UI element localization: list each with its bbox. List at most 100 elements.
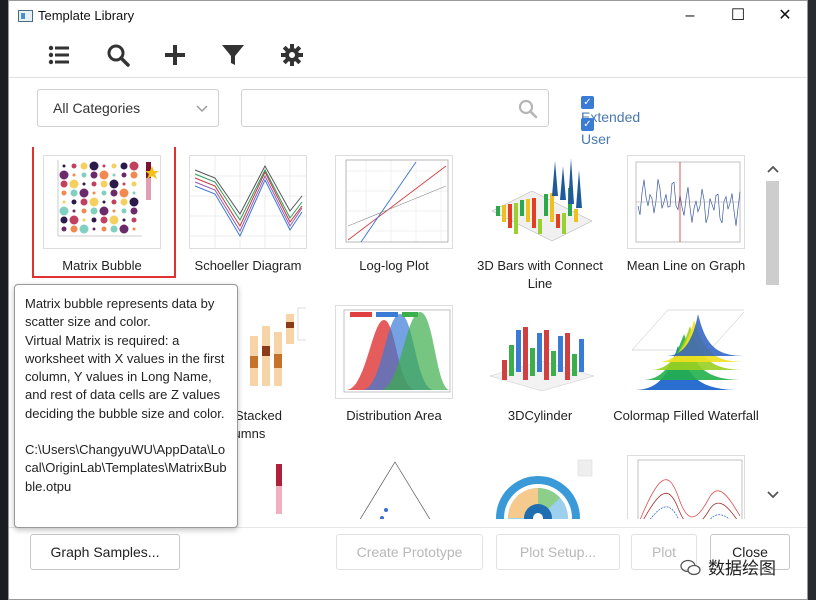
template-label: Mean Line on Graph [626, 258, 746, 273]
category-value: All Categories [53, 100, 141, 116]
category-dropdown[interactable]: All Categories [37, 89, 219, 127]
bar-marker [574, 209, 578, 222]
bar-marker [508, 204, 512, 228]
cylinder-marker [509, 345, 514, 376]
bubble-marker [59, 170, 69, 180]
bubble-marker [101, 226, 107, 232]
search-icon[interactable] [104, 41, 132, 69]
distribution-area-thumbnail [335, 305, 453, 399]
bar-marker [532, 198, 536, 228]
template-label: Colormap Filled Waterfall [613, 408, 759, 423]
bubble-marker [99, 170, 109, 180]
bubble-marker [100, 180, 108, 188]
bubble-marker [131, 217, 137, 223]
bar-marker [556, 214, 560, 228]
checkmark-icon: ✓ [581, 118, 594, 131]
bubble-marker [70, 189, 78, 197]
bubble-marker [60, 180, 68, 188]
tooltip-description: Matrix bubble represents data by scatter… [25, 296, 215, 330]
bubble-marker [72, 173, 76, 177]
scroll-down-icon[interactable] [767, 491, 779, 499]
cylinder-marker [572, 354, 577, 376]
bubble-marker [81, 208, 87, 214]
create-prototype-button[interactable]: Create Prototype [336, 534, 483, 570]
wechat-icon [680, 559, 701, 576]
bar-marker [526, 199, 530, 222]
bubble-marker [119, 224, 129, 234]
bubble-marker [71, 199, 77, 205]
bubble-marker [102, 200, 106, 204]
watermark-text: 数据绘图 [708, 559, 776, 578]
scrollbar-thumb[interactable] [766, 181, 779, 285]
bubble-marker [120, 198, 128, 206]
bubble-marker [82, 182, 86, 186]
bubble-marker [109, 179, 119, 189]
bubble-marker [90, 171, 98, 179]
template-label: Schoeller Diagram [194, 258, 302, 273]
toolbar [9, 33, 807, 78]
cylinder-marker [502, 360, 507, 380]
add-icon[interactable] [161, 41, 189, 69]
bar-marker [502, 205, 506, 222]
matrix-bubble-thumbnail [43, 155, 161, 249]
title-bar: Template Library – ☐ ✕ [9, 1, 807, 31]
bubble-marker [131, 181, 137, 187]
bubble-marker [101, 190, 107, 196]
template-label: Matrix Bubble [62, 258, 142, 273]
bubble-marker [112, 209, 116, 213]
sunburst-thumbnail [481, 455, 599, 519]
bubble-marker [109, 215, 119, 225]
search-icon [518, 99, 538, 119]
bar-marker [514, 203, 518, 234]
log-log-plot-thumbnail [335, 155, 453, 249]
filter-icon[interactable] [219, 41, 247, 69]
graph-samples-button[interactable]: Graph Samples... [30, 534, 180, 570]
3dcylinder-thumbnail [481, 305, 599, 399]
bubble-marker [92, 227, 96, 231]
bar-marker [544, 194, 548, 216]
bubble-marker [99, 206, 109, 216]
bubble-marker [89, 197, 99, 207]
gear-icon[interactable] [278, 41, 306, 69]
vertical-scrollbar[interactable] [764, 151, 781, 517]
bubble-marker [71, 163, 77, 169]
user-checkbox[interactable]: ✓User [581, 113, 611, 147]
scroll-up-icon[interactable] [767, 165, 779, 173]
bubble-marker [62, 200, 66, 204]
bar-marker [538, 219, 542, 234]
bar-marker [550, 193, 554, 222]
bubble-marker [110, 225, 118, 233]
cylinder-marker [558, 336, 563, 372]
list-icon[interactable] [45, 41, 73, 69]
chevron-down-icon [196, 90, 208, 126]
bubble-marker [110, 189, 118, 197]
cylinder-marker [565, 333, 570, 380]
maximize-button[interactable]: ☐ [715, 1, 761, 31]
multi-line-thumbnail [627, 455, 745, 519]
bubble-marker [81, 172, 87, 178]
bubble-marker [61, 190, 67, 196]
bubble-marker [90, 207, 98, 215]
waterfall-thumbnail [627, 305, 745, 399]
bar-marker [496, 206, 500, 216]
plot-setup-button[interactable]: Plot Setup... [496, 534, 620, 570]
bubble-marker [72, 209, 76, 213]
3d-bars-thumbnail [481, 155, 599, 249]
bubble-marker [69, 179, 79, 189]
cylinder-marker [523, 327, 528, 380]
cylinder-marker [530, 348, 535, 376]
bubble-marker [111, 199, 117, 205]
bubble-marker [132, 227, 136, 231]
bubble-marker [80, 162, 88, 170]
bubble-marker [60, 216, 68, 224]
bar-marker [520, 200, 524, 216]
bubble-marker [132, 191, 136, 195]
search-input[interactable] [241, 89, 549, 127]
close-window-button[interactable]: ✕ [762, 1, 808, 31]
bubble-marker [61, 226, 67, 232]
bubble-marker [102, 164, 106, 168]
bubble-marker [111, 163, 117, 169]
minimize-button[interactable]: – [667, 1, 713, 31]
app-icon [18, 10, 33, 22]
bubble-marker [70, 225, 78, 233]
